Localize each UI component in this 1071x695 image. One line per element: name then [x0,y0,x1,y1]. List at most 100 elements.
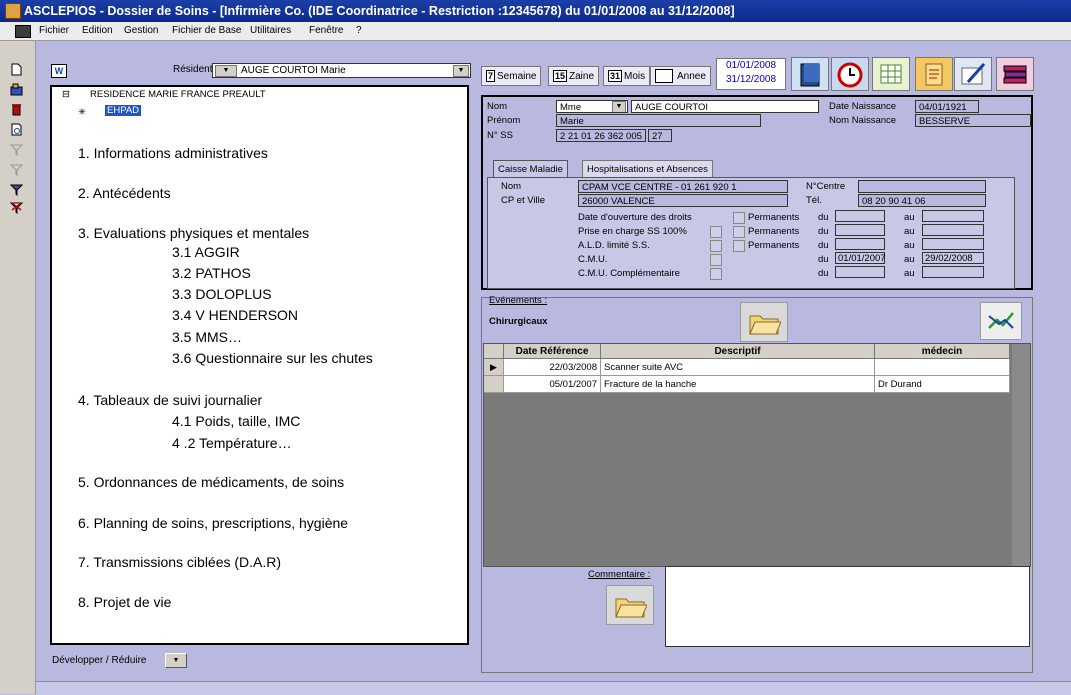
tel-field[interactable]: 08 20 90 41 06 [858,194,986,207]
app-menu-icon[interactable] [15,25,31,38]
civilite-select[interactable]: Mme ▼ [556,100,628,113]
date-naissance-field[interactable]: 04/01/1921 [915,100,979,113]
subsection-aggir[interactable]: 3.1 AGGIR [172,244,240,260]
period-year-button[interactable]: Annee [650,66,711,86]
notes-icon[interactable] [915,57,953,91]
droits-ouverture-au-field[interactable] [922,210,984,222]
subsection-temperature[interactable]: 4 .2 Température… [172,435,292,451]
event-row-1-date[interactable]: 22/03/2008 [504,359,601,376]
column-medecin[interactable]: médecin [875,344,1010,359]
book-icon[interactable] [791,57,829,91]
section-transmissions[interactable]: 7. Transmissions ciblées (D.A.R) [78,554,281,570]
resident-select[interactable]: ▼ AUGE COURTOI Marie ▼ [212,63,471,78]
tab-caisse-maladie[interactable]: Caisse Maladie [493,160,568,178]
calendar-grid-icon[interactable] [872,57,910,91]
comment-textarea[interactable] [665,566,1030,647]
ald-permanent-checkbox[interactable] [733,240,745,252]
section-evaluations[interactable]: 3. Evaluations physiques et mentales [78,225,309,241]
subsection-questionnaire-chutes[interactable]: 3.6 Questionnaire sur les chutes [172,350,373,366]
subsection-poids-taille[interactable]: 4.1 Poids, taille, IMC [172,413,300,429]
nom-field[interactable]: AUGE COURTOI [631,100,819,113]
write-icon[interactable] [954,57,992,91]
section-planning-soins[interactable]: 6. Planning de soins, prescriptions, hyg… [78,515,348,531]
cmuc-du-field[interactable] [835,266,885,278]
period-week-button[interactable]: 7 Semaine [481,66,542,86]
cmu-au-field[interactable]: 29/02/2008 [922,252,984,264]
event-row-2-medecin[interactable]: Dr Durand [875,376,1010,393]
prise-en-charge-au-field[interactable] [922,224,984,236]
ald-checkbox[interactable] [710,240,722,252]
event-row-2-date[interactable]: 05/01/2007 [504,376,601,393]
tree-root-residence[interactable]: RESIDENCE MARIE FRANCE PREAULT [90,89,266,100]
open-folder-icon[interactable] [740,302,788,342]
menu-edition[interactable]: Edition [82,22,113,40]
comment-folder-icon[interactable] [606,585,654,625]
subsection-mms[interactable]: 3.5 MMS… [172,329,242,345]
section-tableaux-suivi[interactable]: 4. Tableaux de suivi journalier [78,392,262,408]
menu-fenetre[interactable]: Fenêtre [309,22,343,40]
new-document-icon[interactable] [10,63,23,76]
cmuc-checkbox[interactable] [710,268,722,280]
column-date-reference[interactable]: Date Référence [504,344,601,359]
period-dates[interactable]: 01/01/2008 31/12/2008 [716,58,786,90]
cmu-checkbox[interactable] [710,254,722,266]
nss-field[interactable]: 2 21 01 26 362 005 [556,129,646,142]
menu-fichier-de-base[interactable]: Fichier de Base [172,22,241,40]
caisse-cp-field[interactable]: 26000 VALENCE [578,194,788,207]
events-grid: Date Référence Descriptif médecin ▶ 22/0… [483,343,1031,567]
sort-icon[interactable] [9,183,24,197]
books-stack-icon[interactable] [996,57,1034,91]
prenom-field[interactable]: Marie [556,114,761,127]
droits-ouverture-checkbox[interactable] [733,212,745,224]
resident-dropdown-icon[interactable]: ▼ [453,65,469,77]
menu-help[interactable]: ? [356,22,362,40]
subsection-doloplus[interactable]: 3.3 DOLOPLUS [172,286,272,302]
print-preview-icon[interactable] [10,123,23,136]
row-selector-2[interactable] [484,376,504,393]
open-icon[interactable] [10,83,23,96]
grid-vertical-scrollbar[interactable] [1012,344,1030,566]
period-zaine-button[interactable]: 15 Zaine [548,66,600,86]
row-selector-icon[interactable]: ▶ [484,359,504,376]
event-row-1-medecin[interactable] [875,359,1010,376]
prise-en-charge-permanent-checkbox[interactable] [733,226,745,238]
cmuc-au-field[interactable] [922,266,984,278]
prise-en-charge-du-field[interactable] [835,224,885,236]
tab-hospitalisations[interactable]: Hospitalisations et Absences [582,160,713,178]
column-descriptif[interactable]: Descriptif [601,344,875,359]
menu-gestion[interactable]: Gestion [124,22,158,40]
tree-item-ehpad[interactable]: EHPAD [105,105,142,116]
menu-utilitaires[interactable]: Utilitaires [250,22,291,40]
nss-key-field[interactable]: 27 [648,129,672,142]
chart-trend-icon[interactable] [980,302,1022,340]
cmu-du-field[interactable]: 01/01/2007 [835,252,886,264]
section-informations-administratives[interactable]: 1. Informations administratives [78,145,268,161]
expand-collapse-button[interactable]: ▼ [165,653,187,668]
subsection-henderson[interactable]: 3.4 V HENDERSON [172,307,298,323]
centre-field[interactable] [858,180,986,193]
delete-icon[interactable] [10,103,23,116]
word-export-icon[interactable]: W [51,64,67,78]
cmuc-label: C.M.U. Complémentaire [578,268,680,279]
resident-label: Résident [173,64,213,75]
ald-au-field[interactable] [922,238,984,250]
menu-fichier[interactable]: Fichier [39,22,69,40]
nom-naissance-field[interactable]: BESSERVE [915,114,1031,127]
ald-du-field[interactable] [835,238,885,250]
prise-en-charge-checkbox[interactable] [710,226,722,238]
event-row-1-desc[interactable]: Scanner suite AVC [601,359,875,376]
droits-ouverture-du-field[interactable] [835,210,885,222]
subsection-pathos[interactable]: 3.2 PATHOS [172,265,251,281]
clear-filter-icon[interactable] [9,201,24,215]
resident-dropdown-left-icon[interactable]: ▼ [215,65,237,77]
section-ordonnances[interactable]: 5. Ordonnances de médicaments, de soins [78,474,344,490]
caisse-nom-field[interactable]: CPAM VCE CENTRE - 01 261 920 1 [578,180,788,193]
period-month-button[interactable]: 31 Mois [603,66,651,86]
section-projet-de-vie[interactable]: 8. Projet de vie [78,594,171,610]
event-row-2-desc[interactable]: Fracture de la hanche [601,376,875,393]
tree-collapse-icon[interactable]: ⊟ [62,89,70,100]
section-antecedents[interactable]: 2. Antécédents [78,185,171,201]
tree-expand-icon[interactable]: ✳ [78,107,86,118]
civilite-dropdown-icon[interactable]: ▼ [612,101,626,112]
clock-icon[interactable] [831,57,869,91]
